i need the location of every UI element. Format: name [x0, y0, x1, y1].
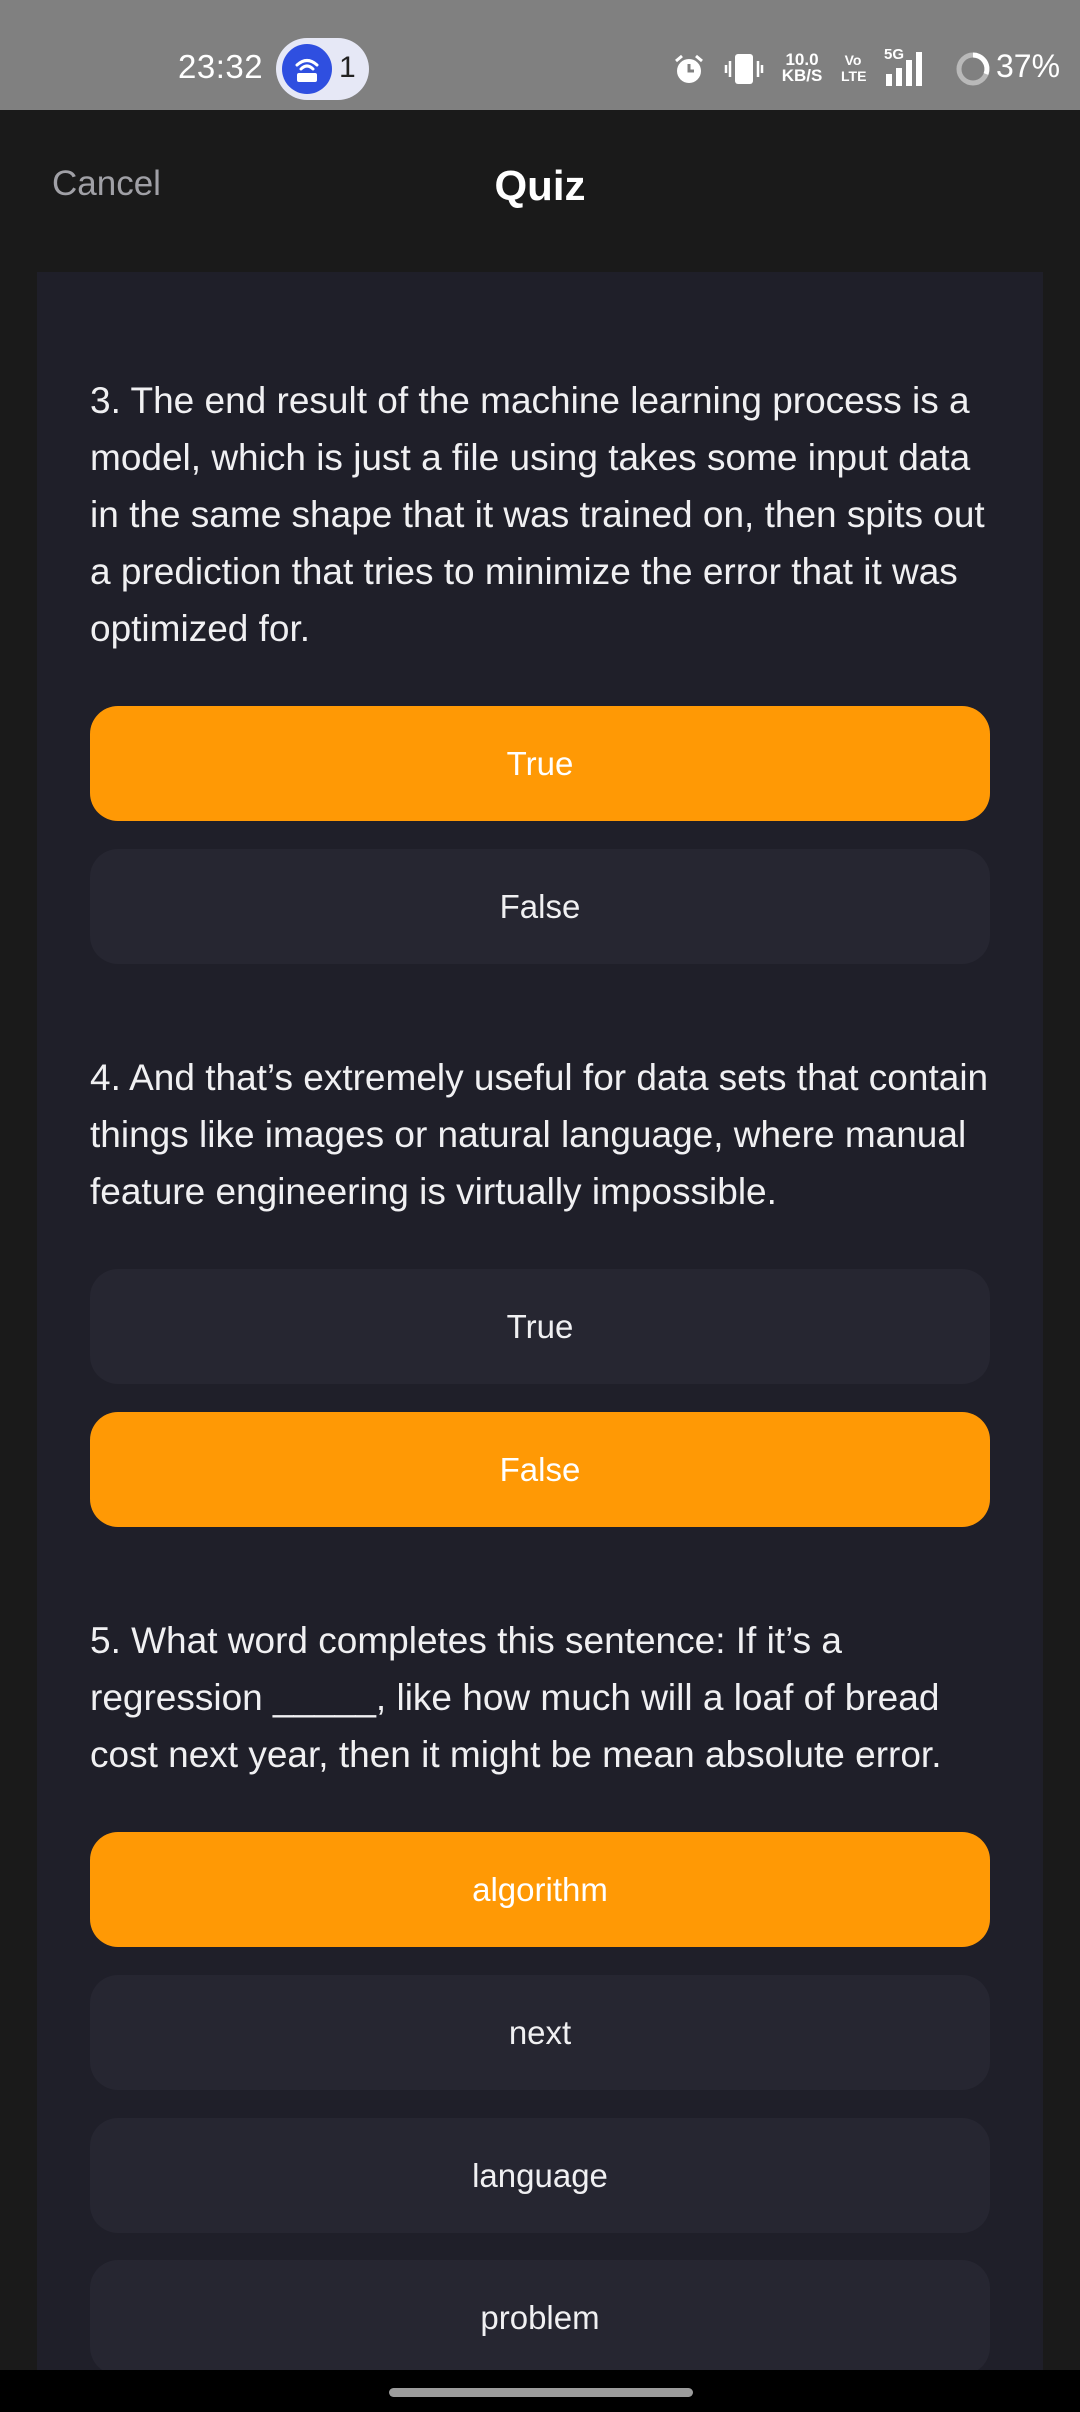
status-bar: 23:32 1 10.0 KB/S Vo LTE 5G 37% [0, 0, 1080, 110]
question-5-option-problem[interactable]: problem [90, 2260, 990, 2370]
net-speed: 10.0 KB/S [781, 50, 823, 85]
status-icons: 10.0 KB/S Vo LTE 5G 37% [660, 38, 1080, 98]
battery-ring-icon [956, 52, 990, 86]
vibrate-icon [724, 54, 764, 84]
question-5-text: 5. What word completes this sentence: If… [90, 1620, 942, 1775]
question-4-option-true[interactable]: True [90, 1269, 990, 1384]
signal-icon: 5G [884, 46, 944, 88]
volte-indicator: Vo LTE [841, 52, 867, 84]
question-5-option-algorithm[interactable]: algorithm [90, 1832, 990, 1947]
alarm-icon [675, 54, 703, 83]
question-5-option-next[interactable]: next [90, 1975, 990, 2090]
status-time: 23:32 [178, 48, 264, 85]
battery-percent: 37% [996, 48, 1061, 84]
page-title: Quiz [494, 162, 586, 209]
question-5-option-language[interactable]: language [90, 2118, 990, 2233]
hotspot-indicator[interactable]: 1 [276, 38, 369, 100]
home-indicator[interactable] [389, 2388, 693, 2397]
quiz-panel[interactable]: 3. The end result of the machine learnin… [37, 272, 1043, 2370]
nav-header: Cancel Quiz [0, 110, 1080, 272]
question-4-text: 4. And that’s extremely useful for data … [90, 1057, 989, 1212]
gesture-bar [0, 2370, 1080, 2412]
question-3-text: 3. The end result of the machine learnin… [90, 380, 985, 649]
question-3-option-true[interactable]: True [90, 706, 990, 821]
hotspot-count: 1 [339, 51, 356, 84]
question-4-option-false[interactable]: False [90, 1412, 990, 1527]
hotspot-icon [282, 44, 332, 94]
question-3-option-false[interactable]: False [90, 849, 990, 964]
